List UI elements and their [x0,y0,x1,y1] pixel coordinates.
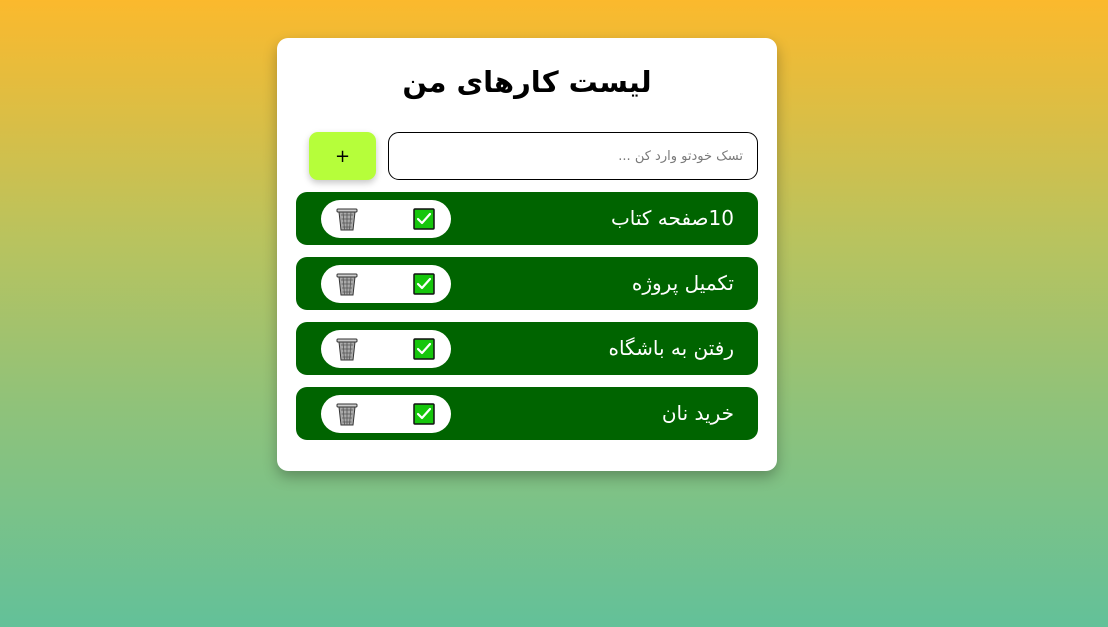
trash-icon[interactable] [335,401,359,427]
todo-list: 10صفحه کتاب تکمیل پروژه رفتن به باشگاه خ… [296,192,758,452]
todo-actions [321,200,451,238]
todo-card: لیست کارهای من + 10صفحه کتاب تکمیل پروژه [277,38,777,471]
todo-item: رفتن به باشگاه [296,322,758,375]
todo-actions [321,265,451,303]
check-icon[interactable] [413,273,435,295]
trash-icon[interactable] [335,206,359,232]
trash-icon[interactable] [335,336,359,362]
check-icon[interactable] [413,208,435,230]
todo-item: 10صفحه کتاب [296,192,758,245]
todo-item: تکمیل پروژه [296,257,758,310]
todo-text: 10صفحه کتاب [610,206,734,230]
todo-text: رفتن به باشگاه [608,336,734,360]
todo-actions [321,395,451,433]
check-icon[interactable] [413,338,435,360]
task-input[interactable] [388,132,758,180]
add-task-button[interactable]: + [309,132,376,180]
todo-actions [321,330,451,368]
todo-text: خرید نان [661,401,734,425]
trash-icon[interactable] [335,271,359,297]
check-icon[interactable] [413,403,435,425]
todo-item: خرید نان [296,387,758,440]
todo-text: تکمیل پروژه [631,271,734,295]
page-title: لیست کارهای من [402,65,652,99]
